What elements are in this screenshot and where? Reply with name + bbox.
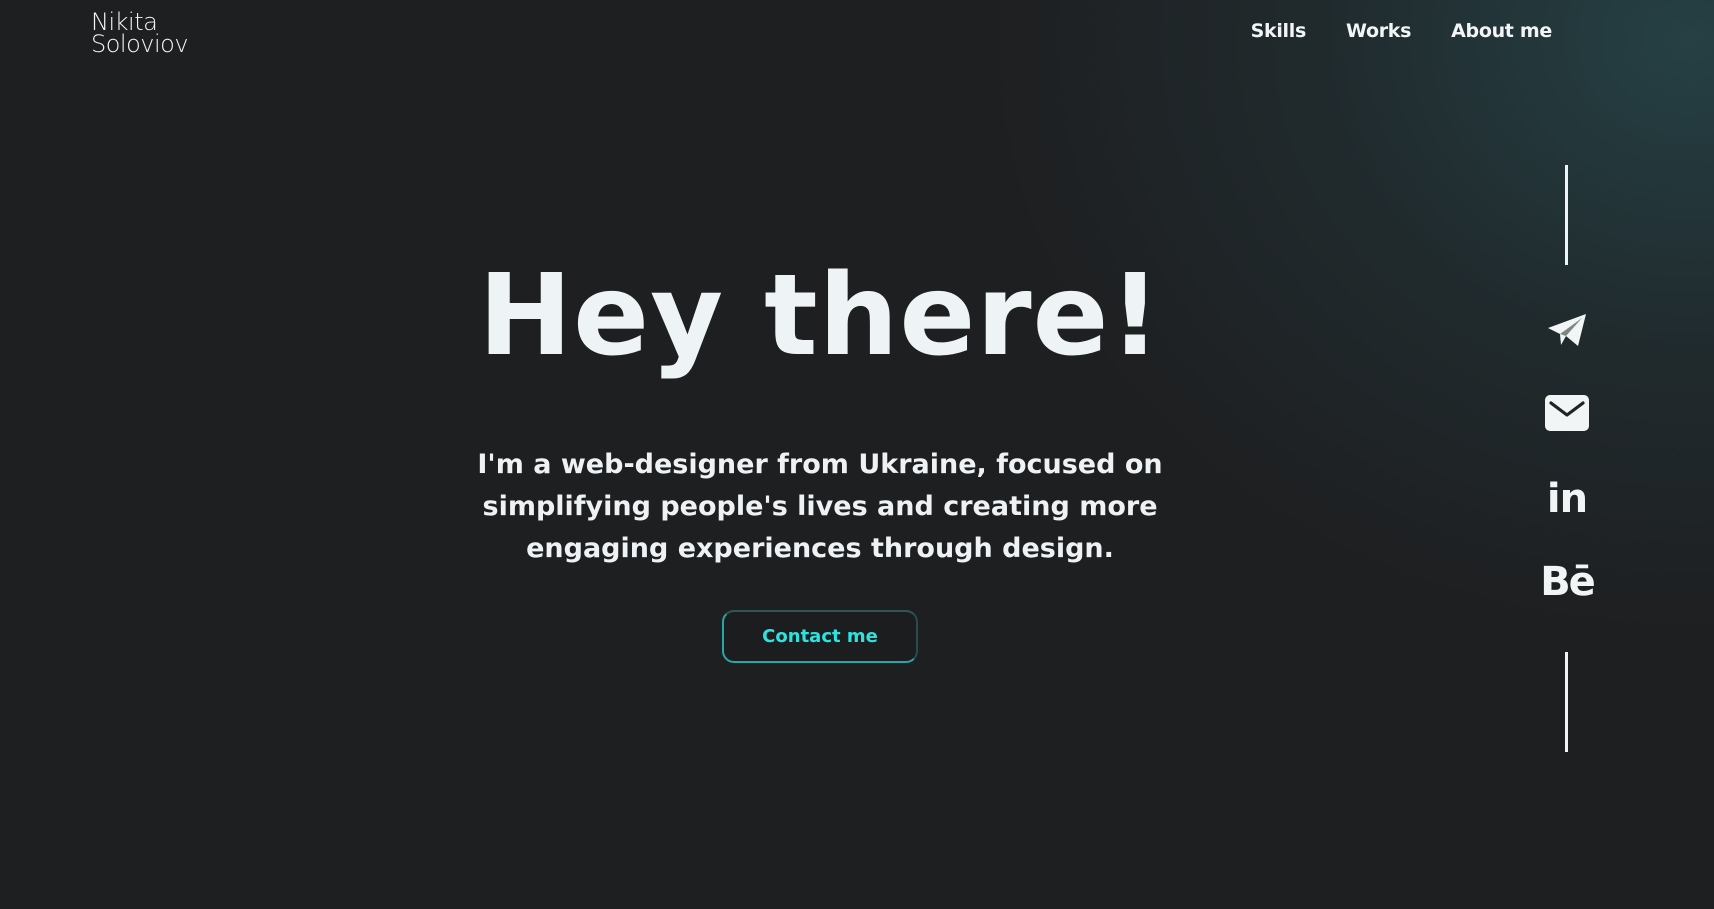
- social-links: in Bē: [1534, 165, 1600, 752]
- main-nav: Skills Works About me: [1251, 20, 1553, 42]
- mail-icon-graphic: [1545, 395, 1589, 431]
- nav-link-about-me[interactable]: About me: [1451, 20, 1552, 42]
- divider-line-bottom: [1565, 652, 1568, 752]
- telegram-icon[interactable]: [1534, 310, 1600, 350]
- contact-me-button[interactable]: Contact me: [722, 610, 918, 663]
- behance-icon[interactable]: Bē: [1534, 559, 1600, 605]
- nav-link-skills[interactable]: Skills: [1251, 20, 1307, 42]
- nav-link-works[interactable]: Works: [1346, 20, 1411, 42]
- hero-description: I'm a web-designer from Ukraine, focused…: [477, 449, 1163, 564]
- mail-icon[interactable]: [1534, 393, 1600, 433]
- hero-title: Hey there!: [478, 251, 1162, 381]
- logo-last-name: Soloviov: [91, 30, 189, 58]
- logo[interactable]: Nikita Soloviov: [91, 10, 189, 58]
- telegram-icon-graphic: [1548, 314, 1586, 346]
- divider-line-top: [1565, 165, 1568, 265]
- linkedin-icon[interactable]: in: [1534, 476, 1600, 522]
